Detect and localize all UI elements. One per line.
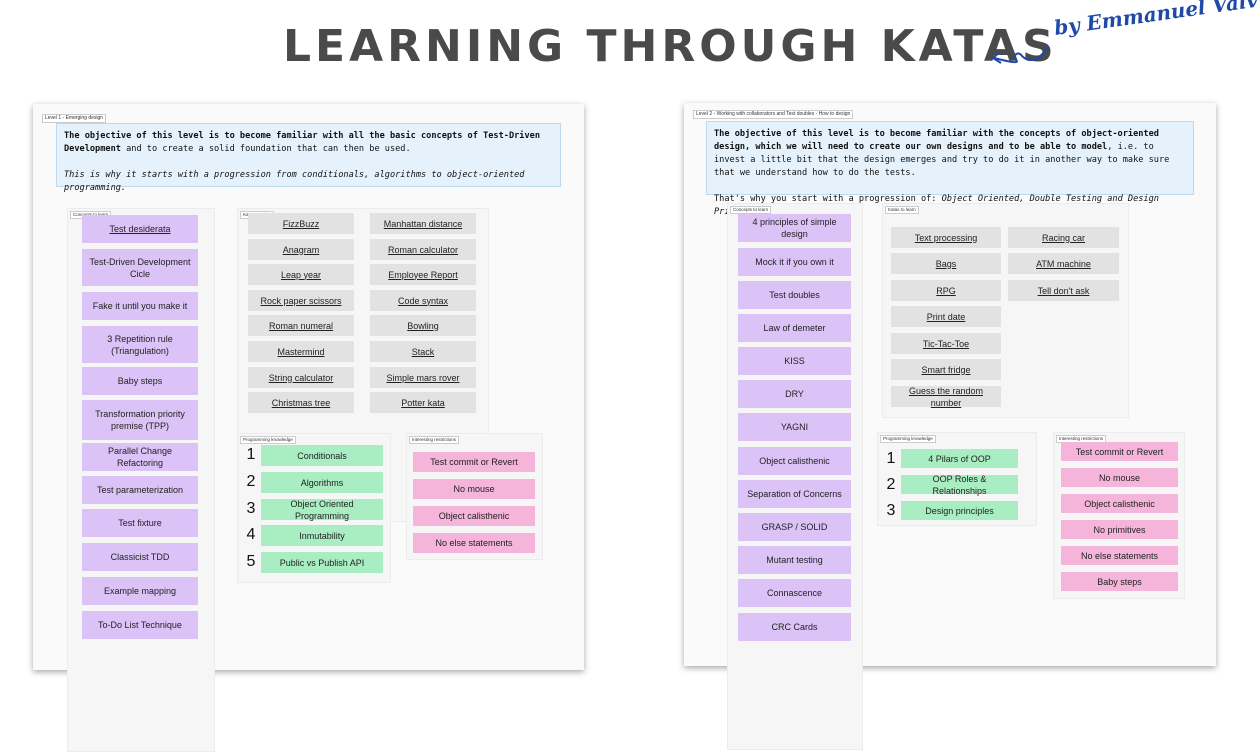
level-2-concepts-tag: Concepts to learn (730, 206, 772, 214)
level-1-desc-italic: This is why it starts with a progression… (64, 170, 525, 193)
level-2-desc-bold: The objective of this level is to become… (714, 129, 1159, 152)
kata-note[interactable]: Potter kata (370, 392, 476, 413)
kata-note[interactable]: Anagram (248, 239, 354, 260)
kata-note[interactable]: String calculator (248, 367, 354, 388)
concept-note[interactable]: Separation of Concerns (738, 480, 851, 508)
restriction-note[interactable]: Baby steps (1061, 572, 1178, 591)
concept-note[interactable]: DRY (738, 380, 851, 408)
kata-note[interactable]: Employee Report (370, 264, 476, 285)
kata-note[interactable]: Roman calculator (370, 239, 476, 260)
kata-note[interactable]: ATM machine (1008, 253, 1119, 274)
level-2-knowledge-tag: Programming knowledge (880, 435, 936, 443)
concept-note[interactable]: Fake it until you make it (82, 292, 198, 320)
level-1-description: The objective of this level is to become… (56, 123, 561, 193)
level-2-board: Level 2 - Working with collaborators and… (684, 103, 1216, 750)
level-1-knowledge-tag: Programming knowledge (240, 436, 296, 444)
knowledge-number: 1 (886, 450, 896, 467)
knowledge-number: 5 (246, 553, 256, 570)
kata-note[interactable]: Text processing (891, 227, 1001, 248)
concept-note[interactable]: Baby steps (82, 367, 198, 395)
concept-note[interactable]: CRC Cards (738, 613, 851, 641)
knowledge-note[interactable]: Design principles (901, 501, 1018, 520)
kata-note[interactable]: Print date (891, 306, 1001, 327)
knowledge-note[interactable]: Object Oriented Programming (261, 499, 383, 521)
kata-note[interactable]: Guess the random number (891, 386, 1001, 408)
concept-note[interactable]: Test desiderata (82, 215, 198, 243)
level-1-desc-rest: and to create a solid foundation that ca… (120, 144, 411, 154)
knowledge-note[interactable]: 4 Pilars of OOP (901, 449, 1018, 468)
restriction-note[interactable]: Object calisthenic (1061, 494, 1178, 513)
knowledge-number: 2 (886, 476, 896, 493)
level-2-katas-tag: Katas to learn (885, 206, 919, 214)
knowledge-number: 2 (246, 473, 256, 490)
level-2-tag: Level 2 - Working with collaborators and… (693, 110, 854, 119)
restriction-note[interactable]: Object calisthenic (413, 506, 535, 526)
concept-note[interactable]: Test-Driven Development Cicle (82, 249, 198, 286)
concept-note[interactable]: To-Do List Technique (82, 611, 198, 639)
concept-note[interactable]: Test fixture (82, 509, 198, 537)
restriction-note[interactable]: No else statements (413, 533, 535, 553)
level-1-board: Level 1 - Emerging design The objective … (33, 104, 584, 752)
knowledge-note[interactable]: Public vs Publish API (261, 552, 383, 573)
concept-note[interactable]: Law of demeter (738, 314, 851, 342)
author-signature: by Emmanuel Valverde (1052, 0, 1257, 40)
page-title: LEARNING THROUGH KATAS (283, 21, 1058, 72)
knowledge-number: 3 (886, 502, 896, 519)
kata-note[interactable]: Roman numeral (248, 315, 354, 336)
concept-note[interactable]: 3 Repetition rule (Triangulation) (82, 326, 198, 363)
knowledge-note[interactable]: OOP Roles & Relationships (901, 474, 1018, 496)
restriction-note[interactable]: No else statements (1061, 546, 1178, 565)
concept-note[interactable]: Mutant testing (738, 546, 851, 574)
concept-note[interactable]: Mock it if you own it (738, 248, 851, 276)
concept-note[interactable]: Classicist TDD (82, 543, 198, 571)
kata-note[interactable]: Mastermind (248, 341, 354, 362)
knowledge-note[interactable]: Algorithms (261, 472, 383, 493)
knowledge-number: 3 (246, 500, 256, 517)
kata-note[interactable]: Rock paper scissors (248, 290, 354, 311)
kata-note[interactable]: Racing car (1008, 227, 1119, 248)
kata-note[interactable]: Simple mars rover (370, 367, 476, 388)
restriction-note[interactable]: Test commit or Revert (413, 452, 535, 472)
arrow-left-icon (991, 45, 1049, 64)
restriction-note[interactable]: Test commit or Revert (1061, 442, 1178, 461)
knowledge-number: 1 (246, 446, 256, 463)
kata-note[interactable]: Leap year (248, 264, 354, 285)
kata-note[interactable]: RPG (891, 280, 1001, 301)
restriction-note[interactable]: No mouse (413, 479, 535, 499)
kata-note[interactable]: Smart fridge (891, 359, 1001, 380)
kata-note[interactable]: Bowling (370, 315, 476, 336)
concept-note[interactable]: Parallel Change Refactoring (82, 443, 198, 471)
kata-note[interactable]: Code syntax (370, 290, 476, 311)
kata-note[interactable]: Tic-Tac-Toe (891, 333, 1001, 354)
concept-note[interactable]: Object calisthenic (738, 447, 851, 475)
kata-note[interactable]: Manhattan distance (370, 213, 476, 234)
concept-note[interactable]: Transformation priority premise (TPP) (82, 400, 198, 440)
kata-note[interactable]: Stack (370, 341, 476, 362)
kata-note[interactable]: Christmas tree (248, 392, 354, 413)
level-2-description: The objective of this level is to become… (706, 121, 1194, 217)
concept-note[interactable]: Test parameterization (82, 476, 198, 504)
knowledge-note[interactable]: Inmutability (261, 525, 383, 546)
concept-note[interactable]: Example mapping (82, 577, 198, 605)
kata-note[interactable]: FizzBuzz (248, 213, 354, 234)
concept-note[interactable]: 4 principles of simple design (738, 214, 851, 242)
concept-note[interactable]: Test doubles (738, 281, 851, 309)
knowledge-number: 4 (246, 526, 256, 543)
level-1-restrictions-tag: Interesting restrictions (409, 436, 460, 444)
concept-note[interactable]: YAGNI (738, 413, 851, 441)
concept-note[interactable]: KISS (738, 347, 851, 375)
kata-note[interactable]: Bags (891, 253, 1001, 274)
knowledge-note[interactable]: Conditionals (261, 445, 383, 466)
restriction-note[interactable]: No mouse (1061, 468, 1178, 487)
concept-note[interactable]: Connascence (738, 579, 851, 607)
concept-note[interactable]: GRASP / SOLID (738, 513, 851, 541)
restriction-note[interactable]: No primitives (1061, 520, 1178, 539)
kata-note[interactable]: Tell don't ask (1008, 280, 1119, 301)
level-1-tag: Level 1 - Emerging design (42, 114, 107, 123)
